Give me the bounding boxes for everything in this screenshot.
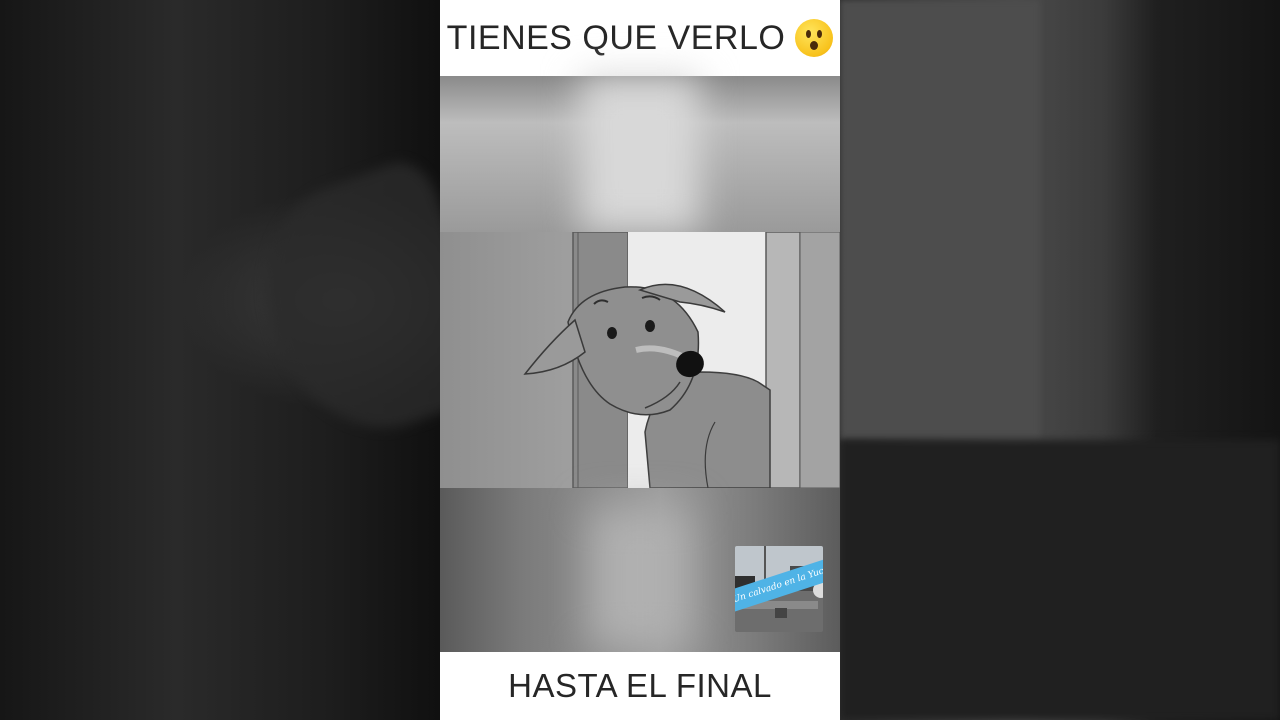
video-frame[interactable]: TIENES QUE VERLO Un calvado en la Yuca H… — [440, 0, 840, 720]
channel-watermark[interactable]: Un calvado en la Yuca — [735, 546, 823, 632]
caption-bottom-text: HASTA EL FINAL — [508, 667, 772, 704]
blurred-background-left — [0, 0, 440, 720]
blurred-video-fill-top — [440, 76, 840, 232]
blurred-background-right — [840, 0, 1280, 720]
dog-illustration — [440, 232, 840, 488]
cartoon-dog-scene — [440, 232, 840, 488]
caption-top-text: TIENES QUE VERLO — [446, 18, 786, 57]
caption-bottom-bar: HASTA EL FINAL — [440, 652, 840, 720]
caption-top-bar: TIENES QUE VERLO — [440, 0, 840, 76]
hushed-face-emoji-icon — [795, 19, 834, 57]
